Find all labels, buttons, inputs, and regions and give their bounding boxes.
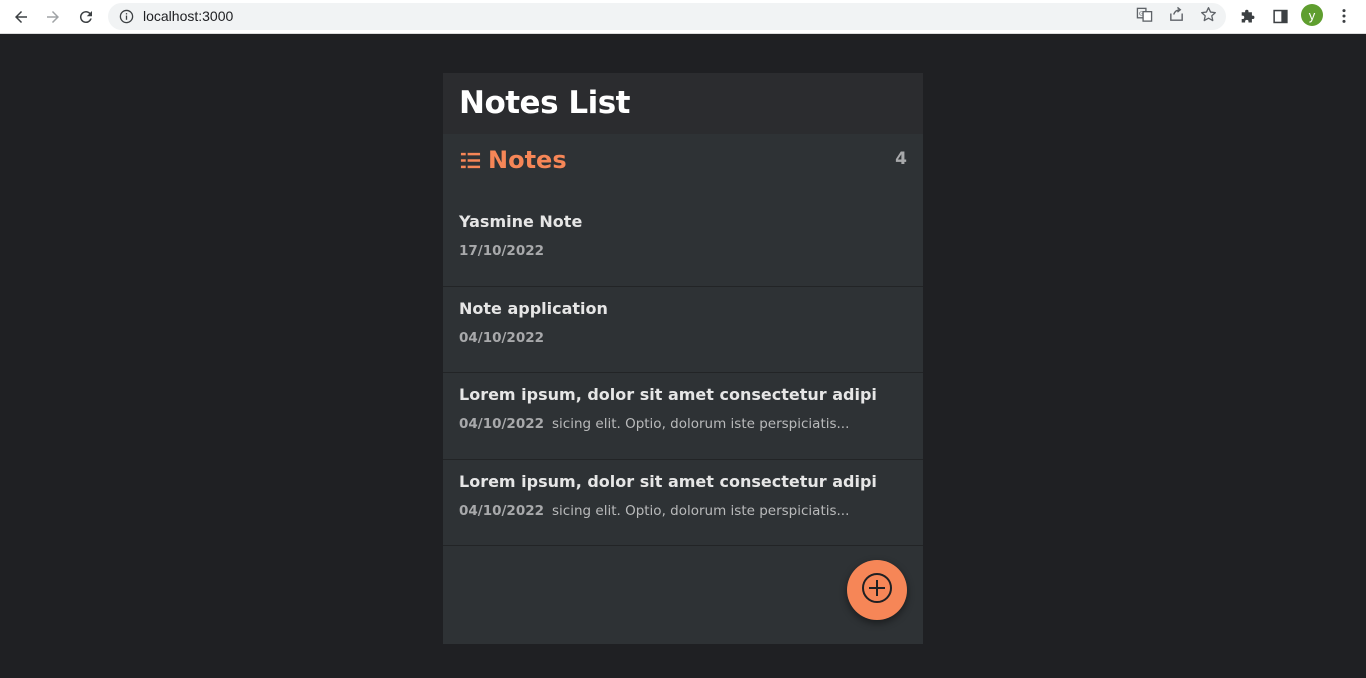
info-icon[interactable] — [118, 8, 134, 24]
note-meta: 04/10/2022 — [459, 330, 544, 346]
add-note-button[interactable] — [847, 560, 907, 620]
notes-label: Notes — [488, 146, 567, 174]
note-title: Note application — [459, 298, 608, 318]
note-meta: 04/10/2022 sicing elit. Optio, dolorum is… — [459, 503, 849, 519]
note-date: 04/10/2022 — [459, 329, 545, 346]
note-title: Lorem ipsum, dolor sit amet consectetur … — [459, 385, 877, 404]
puzzle-icon[interactable] — [1238, 6, 1258, 26]
address-bar[interactable]: localhost:3000 — [108, 3, 1226, 30]
note-title: Lorem ipsum, dolor sit amet consectetur … — [459, 471, 877, 491]
note-meta: 04/10/2022 sicing elit. Optio, dolorum is… — [459, 416, 849, 432]
notes-heading: Notes — [459, 146, 567, 174]
list-icon — [459, 149, 481, 171]
list-item[interactable]: Note application 04/10/2022 — [443, 287, 923, 373]
note-title: Yasmine Note — [459, 212, 583, 231]
list-item[interactable]: Yasmine Note 17/10/2022 — [443, 200, 923, 287]
page-title: Notes List — [459, 85, 630, 121]
notes-header: Notes 4 — [443, 134, 923, 190]
note-list: Yasmine Note 17/10/2022 Note application… — [443, 200, 923, 546]
note-meta: 17/10/2022 — [459, 243, 544, 259]
app-header: Notes List — [443, 73, 923, 134]
list-item[interactable]: Lorem ipsum, dolor sit amet consectetur … — [443, 460, 923, 546]
arrow-right-icon[interactable] — [41, 5, 65, 29]
arrow-left-icon[interactable] — [9, 5, 33, 29]
side-panel-icon[interactable] — [1270, 6, 1290, 26]
notes-count: 4 — [895, 149, 907, 169]
note-preview: sicing elit. Optio, dolorum iste perspic… — [552, 502, 850, 519]
note-date: 04/10/2022 — [459, 416, 545, 432]
svg-text:G: G — [1139, 11, 1143, 17]
star-icon[interactable] — [1199, 5, 1217, 23]
url-text[interactable]: localhost:3000 — [143, 8, 233, 24]
browser-toolbar: localhost:3000 G y — [0, 0, 1366, 34]
list-item[interactable]: Lorem ipsum, dolor sit amet consectetur … — [443, 373, 923, 460]
avatar[interactable]: y — [1301, 4, 1323, 26]
note-date: 04/10/2022 — [459, 502, 545, 519]
kebab-menu-icon[interactable] — [1334, 6, 1354, 26]
notes-app: Notes List Notes 4 Yasmine Note 17/10/20… — [443, 73, 923, 644]
share-icon[interactable] — [1167, 5, 1185, 23]
add-circle-icon — [860, 571, 894, 610]
note-preview: sicing elit. Optio, dolorum iste perspic… — [552, 416, 850, 432]
translate-icon[interactable]: G — [1135, 5, 1153, 23]
reload-icon[interactable] — [74, 5, 98, 29]
note-date: 17/10/2022 — [459, 243, 545, 259]
